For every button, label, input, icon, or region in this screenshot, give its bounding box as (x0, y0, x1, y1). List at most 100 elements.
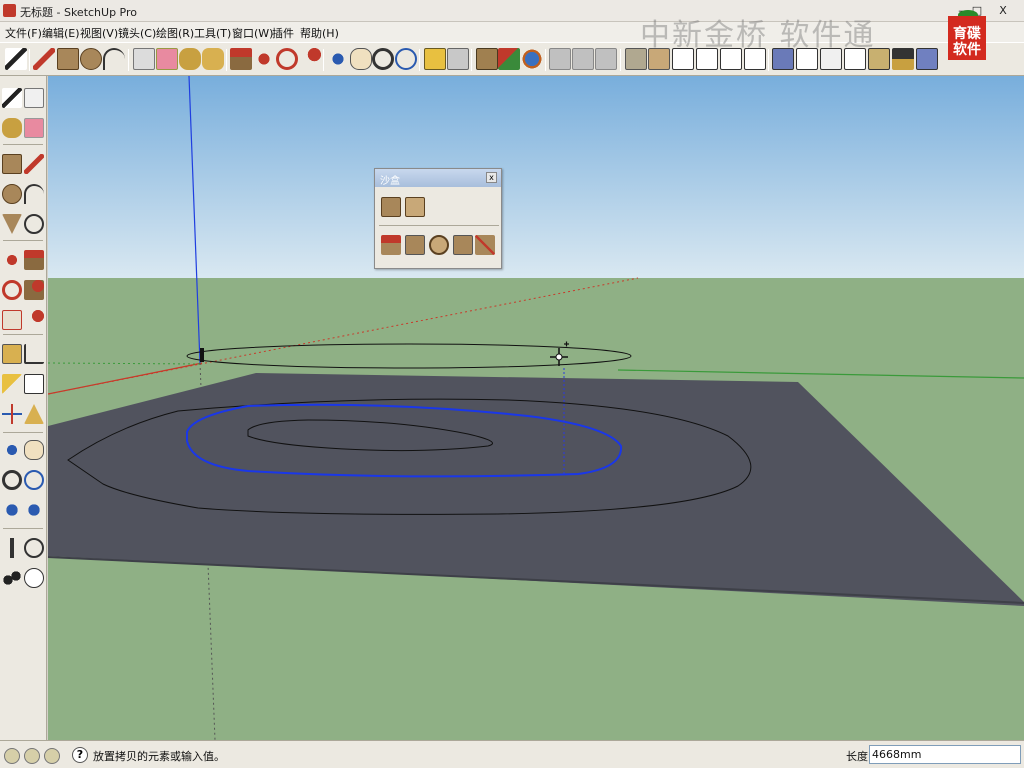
menu-view[interactable]: 视图(V) (80, 25, 118, 41)
position-camera-icon[interactable] (2, 538, 22, 558)
drape-icon[interactable] (429, 235, 449, 255)
view-style-icon[interactable] (916, 48, 938, 70)
toolbar-separator (29, 49, 30, 71)
user-icon[interactable] (44, 748, 60, 764)
component-icon[interactable] (549, 48, 571, 70)
axes-icon[interactable] (2, 404, 22, 424)
share-model-icon[interactable] (498, 48, 520, 70)
orbit-icon[interactable] (2, 440, 22, 460)
move-icon[interactable] (253, 48, 275, 70)
sandbox-title-bar[interactable]: 沙盒 x (375, 169, 501, 187)
logo-line2: 软件 (953, 42, 981, 58)
logo-line1: 育碟 (953, 26, 981, 42)
eraser-pink-icon[interactable] (156, 48, 178, 70)
drawing-area[interactable] (48, 76, 1024, 740)
circle-icon[interactable] (2, 184, 22, 204)
section-plane-icon[interactable] (24, 568, 44, 588)
circle-icon[interactable] (80, 48, 102, 70)
select-icon[interactable] (2, 88, 22, 108)
pencil-icon[interactable] (33, 48, 55, 70)
zoom-icon[interactable] (372, 48, 394, 70)
logo: 育碟 软件 (948, 16, 986, 60)
rectangle-icon[interactable] (2, 154, 22, 174)
add-detail-icon[interactable] (453, 235, 473, 255)
credits-icon[interactable] (24, 748, 40, 764)
previous-icon[interactable] (24, 500, 44, 520)
eraser-icon[interactable] (24, 118, 44, 138)
measurements-label: 长度 (846, 750, 868, 763)
status-message: 放置拷贝的元素或输入值。 (93, 750, 225, 763)
toolbar-separator (226, 49, 227, 71)
toolbar-separator (419, 49, 420, 71)
dimension-icon[interactable] (24, 344, 44, 364)
arc-icon[interactable] (103, 48, 125, 70)
menu-draw[interactable]: 绘图(R) (156, 25, 194, 41)
drag-handle[interactable] (200, 348, 204, 362)
push-pull-icon[interactable] (24, 250, 44, 270)
paint-bucket-icon[interactable] (2, 118, 22, 138)
select-icon[interactable] (5, 48, 27, 70)
follow-me-icon[interactable] (299, 48, 321, 70)
from-contours-icon[interactable] (381, 197, 401, 217)
make-component-icon[interactable] (24, 88, 44, 108)
look-around-icon[interactable] (24, 538, 44, 558)
flip-edge-icon[interactable] (475, 235, 495, 255)
smoove-icon[interactable] (381, 235, 401, 255)
orbit-icon[interactable] (327, 48, 349, 70)
polygon-icon[interactable] (2, 214, 22, 234)
from-scratch-icon[interactable] (405, 197, 425, 217)
zoom-extents-icon[interactable] (395, 48, 417, 70)
rotate-icon[interactable] (2, 280, 22, 300)
move-icon[interactable] (2, 250, 22, 270)
large-tool-set (0, 76, 47, 740)
paint-bucket-icon[interactable] (179, 48, 201, 70)
tape-measure-icon[interactable] (2, 344, 22, 364)
freehand-icon[interactable] (24, 214, 44, 234)
help-icon[interactable]: ? (72, 747, 88, 763)
get-models-icon[interactable] (476, 48, 498, 70)
zoom-icon[interactable] (2, 470, 22, 490)
google-earth-icon[interactable] (521, 48, 543, 70)
follow-me-icon[interactable] (24, 280, 44, 300)
toolbar-separator (3, 432, 43, 433)
protractor-icon[interactable] (2, 374, 22, 394)
toolbar-separator (3, 334, 43, 335)
sandbox-close-button[interactable]: x (486, 172, 497, 183)
prev-view-icon[interactable] (424, 48, 446, 70)
eraser-icon[interactable] (133, 48, 155, 70)
menu-window[interactable]: 窗口(W) (232, 25, 273, 41)
menu-tools[interactable]: 工具(T) (194, 25, 231, 41)
text-icon[interactable] (24, 374, 44, 394)
stamp-icon[interactable] (405, 235, 425, 255)
rotate-icon[interactable] (276, 48, 298, 70)
close-button[interactable]: X (992, 2, 1014, 19)
push-pull-icon[interactable] (230, 48, 252, 70)
line-icon[interactable] (24, 154, 44, 174)
paint-icon[interactable] (202, 48, 224, 70)
sandbox-separator (379, 225, 499, 226)
menu-camera[interactable]: 镜头(C) (118, 25, 156, 41)
menu-plugins[interactable]: 插件 (272, 25, 294, 41)
menu-help[interactable]: 帮助(H) (300, 25, 339, 41)
offset-icon[interactable] (24, 310, 44, 330)
menu-file[interactable]: 文件(F) (5, 25, 42, 41)
pan-icon[interactable] (350, 48, 372, 70)
pan-icon[interactable] (24, 440, 44, 460)
measurements-input[interactable] (869, 745, 1021, 764)
scale-icon[interactable] (2, 310, 22, 330)
component2-icon[interactable] (572, 48, 594, 70)
zoom-window-icon[interactable] (24, 470, 44, 490)
rectangle-icon[interactable] (57, 48, 79, 70)
next-view-icon[interactable] (447, 48, 469, 70)
arc-icon[interactable] (24, 184, 44, 204)
toolbar-separator (545, 49, 546, 71)
monochrome-icon[interactable] (892, 48, 914, 70)
component3-icon[interactable] (595, 48, 617, 70)
walk-icon[interactable] (2, 568, 22, 588)
toolbar-separator (3, 528, 43, 529)
menu-edit[interactable]: 编辑(E) (42, 25, 80, 41)
geo-location-icon[interactable] (4, 748, 20, 764)
3d-text-icon[interactable] (24, 404, 44, 424)
sandbox-toolbar-window[interactable]: 沙盒 x (374, 168, 502, 269)
zoom-extents-icon[interactable] (2, 500, 22, 520)
